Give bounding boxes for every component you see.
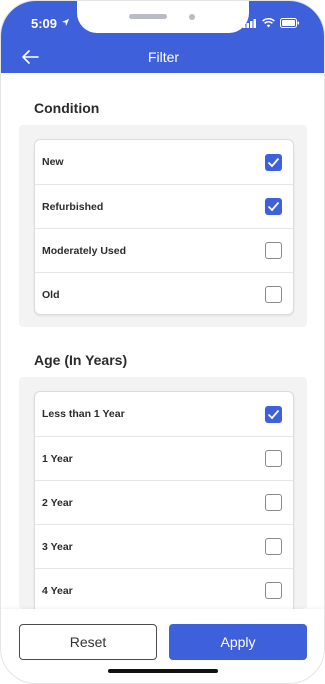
age-panel: Less than 1 Year 1 Year 2 Year 3 Year 4 … [19,377,307,618]
checkmark-icon [267,157,280,167]
section-title-age: Age (In Years) [34,352,128,368]
option-label: New [42,156,64,168]
section-title-condition: Condition [34,100,100,116]
page-title: Filter [147,49,180,65]
checkbox-old[interactable] [265,286,282,303]
checkbox-moderately-used[interactable] [265,242,282,259]
option-label: Refurbished [42,200,104,213]
app-bar: Filter [1,41,324,73]
option-label: 2 Year [42,496,73,509]
option-row-2-year[interactable]: 2 Year [35,480,293,524]
checkmark-icon [267,409,280,419]
option-row-3-year[interactable]: 3 Year [35,524,293,568]
option-label: 4 Year [42,584,73,597]
option-row-old[interactable]: Old [35,272,293,316]
checkbox-1-year[interactable] [265,450,282,467]
status-time: 5:09 [31,16,58,31]
option-label: Less than 1 Year [42,408,125,420]
location-arrow-icon [61,18,70,27]
speaker [129,14,167,19]
checkmark-icon [267,201,280,212]
option-row-moderately-used[interactable]: Moderately Used [35,228,293,272]
camera [189,14,195,20]
option-row-1-year[interactable]: 1 Year [35,436,293,480]
wifi-icon [262,18,275,28]
checkbox-less-than-1-year[interactable] [265,405,282,423]
checkbox-refurbished[interactable] [265,198,282,215]
age-options-card: Less than 1 Year 1 Year 2 Year 3 Year 4 … [34,391,294,618]
apply-button[interactable]: Apply [169,624,307,660]
option-label: 3 Year [42,540,73,553]
option-row-less-than-1-year[interactable]: Less than 1 Year [35,392,293,436]
option-row-refurbished[interactable]: Refurbished [35,184,293,228]
checkbox-3-year[interactable] [265,538,282,555]
condition-options-card: New Refurbished Moderately Used Old [34,139,294,315]
signal-icon [243,18,256,28]
checkbox-4-year[interactable] [265,582,282,599]
option-row-4-year[interactable]: 4 Year [35,568,293,612]
notch [77,1,249,33]
status-bar: 5:09 [1,1,324,41]
option-label: 1 Year [42,452,73,465]
option-label: Moderately Used [42,244,127,257]
checkbox-2-year[interactable] [265,494,282,511]
option-row-new[interactable]: New [35,140,293,184]
condition-panel: New Refurbished Moderately Used Old [19,125,307,327]
checkbox-new[interactable] [265,153,282,171]
battery-icon [280,18,299,28]
status-icons [243,18,300,28]
phone-frame: 5:09 Filter Condition New Refurbished Mo… [0,0,325,684]
home-indicator [108,669,218,673]
reset-button[interactable]: Reset [19,624,157,660]
option-label: Old [42,288,60,301]
